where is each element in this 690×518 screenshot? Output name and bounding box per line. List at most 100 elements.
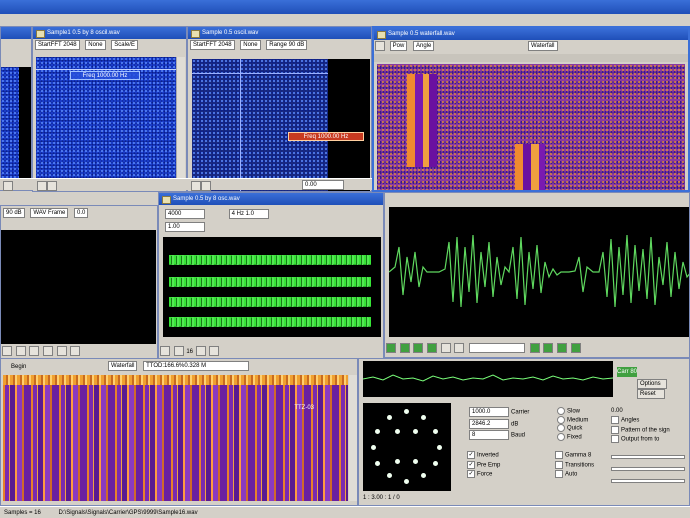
- level-unit: dB: [511, 421, 519, 428]
- checkbox[interactable]: [555, 451, 563, 459]
- check-transitions[interactable]: Transitions: [555, 460, 594, 471]
- check-pattern[interactable]: Pattern of the sign: [611, 425, 670, 436]
- zoom-in-button[interactable]: [37, 181, 47, 191]
- window-select[interactable]: None: [85, 40, 106, 51]
- window-select[interactable]: None: [240, 40, 261, 51]
- checkbox[interactable]: [611, 416, 619, 424]
- vertical-scrollbar[interactable]: [176, 57, 185, 187]
- position-slider[interactable]: [469, 343, 526, 354]
- fft-size-select[interactable]: StartFFT 2048: [190, 40, 235, 51]
- zoom-in-button[interactable]: [191, 181, 201, 191]
- waterfall-window-bottom: Begin Waterfall TTOD:166.6%0.328 M TTZ-0…: [0, 358, 358, 506]
- check-inverted[interactable]: ✓ Inverted: [467, 451, 500, 461]
- radio-circle[interactable]: [557, 424, 565, 433]
- radio-fixed[interactable]: Fixed: [557, 432, 588, 442]
- signal-band: [523, 144, 531, 190]
- transport-bar: 16: [159, 346, 383, 358]
- play-button[interactable]: [375, 41, 385, 52]
- rewind-button[interactable]: [43, 346, 54, 357]
- zoom-in-button[interactable]: [3, 181, 13, 191]
- radio-circle[interactable]: [557, 432, 565, 441]
- scale-select[interactable]: Scale/E: [111, 40, 138, 51]
- zoom-out-button[interactable]: [47, 181, 57, 191]
- loop-button[interactable]: [70, 346, 81, 357]
- checkbox[interactable]: [611, 425, 619, 434]
- stop-button[interactable]: [427, 343, 438, 354]
- slider-track[interactable]: [611, 479, 685, 483]
- check-angles[interactable]: Angles: [611, 416, 670, 426]
- title-bar[interactable]: Sample 0.5 by 8 osc.wav: [159, 193, 383, 205]
- option-button[interactable]: [529, 343, 540, 354]
- slider-track[interactable]: [611, 455, 685, 459]
- display-select[interactable]: Waterfall: [528, 41, 558, 52]
- stop-button[interactable]: [173, 346, 184, 357]
- play-button[interactable]: [386, 343, 396, 354]
- fft-size-select[interactable]: StartFFT 2048: [35, 40, 80, 51]
- transport-bar: [385, 343, 689, 355]
- radio-circle[interactable]: [557, 415, 565, 424]
- waterfall-window: Sample 0.5 waterfall.wav Pow Angle Water…: [372, 26, 690, 192]
- baud-field[interactable]: 8: [469, 430, 509, 441]
- checkbox[interactable]: ✓: [467, 451, 475, 459]
- title-bar[interactable]: Sample 0.5 oscil.wav: [188, 27, 371, 39]
- title-bar[interactable]: Sample1 0.5 by 8 oscil.wav: [33, 27, 186, 39]
- vertical-scrollbar[interactable]: [349, 375, 357, 501]
- zoom-in-button[interactable]: [440, 343, 451, 354]
- check-auto[interactable]: Auto: [555, 470, 594, 480]
- top-row-controls: 0.00: [0, 178, 372, 191]
- zoom-out-button[interactable]: [454, 343, 465, 354]
- radio-circle[interactable]: [557, 407, 565, 415]
- radio-slow[interactable]: Slow: [557, 407, 588, 416]
- reset-button[interactable]: Reset: [637, 389, 665, 399]
- check-force[interactable]: ✓ Force: [467, 470, 500, 480]
- play-button[interactable]: [160, 346, 170, 357]
- zoom-out-button[interactable]: [201, 181, 211, 191]
- record-button[interactable]: [29, 346, 40, 357]
- stop-button[interactable]: [15, 346, 26, 357]
- play-button[interactable]: [2, 346, 12, 357]
- scale-select[interactable]: Waterfall: [108, 361, 138, 372]
- checkbox[interactable]: [555, 470, 563, 479]
- options-button[interactable]: Options: [637, 379, 667, 389]
- pause-button[interactable]: [413, 343, 424, 354]
- option-button[interactable]: [543, 343, 554, 354]
- check-gamma[interactable]: Gamma 8: [555, 451, 594, 461]
- title-bar[interactable]: [1, 27, 31, 39]
- carrier-field[interactable]: 1000.0: [469, 407, 509, 417]
- type-select[interactable]: WAV Frame: [30, 208, 69, 219]
- zoom-in-button[interactable]: [195, 346, 206, 357]
- forward-button[interactable]: [56, 346, 67, 357]
- freq-field[interactable]: 4 Hz 1.0: [228, 209, 269, 219]
- checkbox[interactable]: ✓: [467, 470, 475, 479]
- check-preemp[interactable]: ✓ Pre Emp: [467, 460, 500, 471]
- angle-select[interactable]: Angle: [413, 41, 435, 52]
- checkbox[interactable]: [555, 460, 563, 469]
- mode-select[interactable]: Pow: [389, 41, 408, 52]
- option-button[interactable]: [570, 343, 581, 354]
- app-title-bar[interactable]: [0, 0, 690, 14]
- checkbox[interactable]: [611, 435, 619, 444]
- radio-medium[interactable]: Medium: [557, 415, 588, 425]
- signal-band: [531, 144, 539, 190]
- fft-window-1: Sample1 0.5 by 8 oscil.wav StartFFT 2048…: [32, 26, 187, 192]
- zoom-out-button[interactable]: [209, 346, 220, 357]
- check-label: Gamma 8: [565, 452, 592, 459]
- radio-quick[interactable]: Quick: [557, 424, 588, 433]
- range-select[interactable]: Range 90 dB: [266, 40, 308, 51]
- checkbox[interactable]: ✓: [467, 460, 475, 469]
- slider-track[interactable]: [611, 467, 685, 471]
- title-bar[interactable]: Sample 0.5 waterfall.wav: [374, 28, 688, 40]
- range-select[interactable]: 90 dB: [3, 208, 25, 219]
- check-output[interactable]: Output from to: [611, 435, 670, 445]
- trace-display: [163, 237, 381, 337]
- signal-trace: [169, 277, 371, 287]
- value-field[interactable]: 0.00: [302, 180, 344, 190]
- step-button[interactable]: [399, 343, 410, 354]
- option-button[interactable]: [557, 343, 568, 354]
- constellation-point: [371, 445, 376, 450]
- hz-field[interactable]: 4000: [165, 209, 205, 219]
- trace-window: Sample 0.5 by 8 osc.wav 4000 4 Hz 1.0 1.…: [158, 192, 384, 360]
- gain-field[interactable]: 1.00: [165, 222, 205, 232]
- level-field[interactable]: 2846.2: [469, 418, 509, 429]
- value-field[interactable]: 0.0: [74, 208, 89, 219]
